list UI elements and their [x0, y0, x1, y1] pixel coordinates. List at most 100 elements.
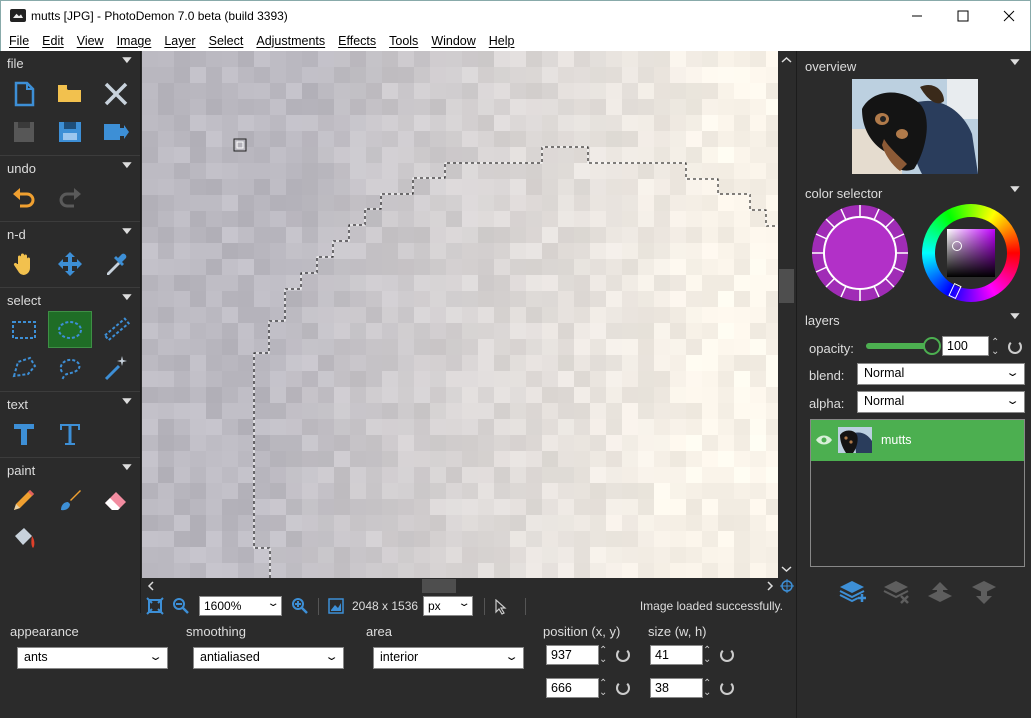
line-select-button[interactable] [94, 311, 138, 348]
reset-height-icon[interactable] [720, 681, 734, 695]
menu-layer[interactable]: Layer [157, 34, 201, 48]
move-layer-down-icon[interactable] [970, 578, 998, 606]
advanced-text-button[interactable] [48, 415, 92, 452]
opacity-value: 100 [947, 339, 968, 353]
alpha-select[interactable]: Normal ⌄ [857, 391, 1025, 413]
opacity-slider-track[interactable] [866, 337, 941, 355]
saturation-value-square[interactable] [947, 229, 995, 277]
size-width-spinner-icon[interactable]: ⌃ ⌄ [703, 646, 711, 665]
close-window-button[interactable] [986, 1, 1031, 31]
eye-icon[interactable] [815, 434, 833, 446]
appearance-select[interactable]: ants ⌄ [17, 647, 168, 669]
undo-button[interactable] [2, 179, 46, 216]
redo-button[interactable] [48, 179, 92, 216]
color-picker-button[interactable] [94, 245, 138, 282]
opacity-spinner-icon[interactable]: ⌃ ⌄ [991, 338, 999, 357]
paint-section-header[interactable]: paint ▼ [0, 457, 140, 481]
new-image-button[interactable] [2, 75, 46, 112]
fit-to-window-icon[interactable] [146, 597, 164, 615]
scroll-down-icon [781, 566, 792, 573]
position-x-value: 937 [551, 648, 572, 662]
smoothing-select[interactable]: antialiased ⌄ [193, 647, 344, 669]
ellipse-select-button[interactable] [48, 311, 92, 348]
opacity-input[interactable]: 100 [942, 336, 989, 356]
maximize-button[interactable] [940, 1, 986, 31]
menu-adjustments[interactable]: Adjustments [249, 34, 331, 48]
layer-list[interactable]: mutts [810, 419, 1025, 567]
reset-position-y-icon[interactable] [616, 681, 630, 695]
chevron-down-icon: ▼ [119, 396, 135, 407]
center-view-icon[interactable] [779, 578, 795, 594]
divider [525, 598, 526, 615]
layer-row-mutts[interactable]: mutts [811, 420, 1024, 461]
hand-tool-button[interactable] [2, 245, 46, 282]
delete-layer-icon[interactable] [882, 578, 910, 606]
move-tool-button[interactable] [48, 245, 92, 282]
horizontal-scrollbar[interactable] [142, 578, 778, 594]
menu-image[interactable]: Image [110, 34, 158, 48]
recent-colors-wheel[interactable] [810, 203, 910, 303]
brush-button[interactable] [48, 481, 92, 518]
horizontal-scroll-thumb[interactable] [422, 579, 456, 593]
menu-edit[interactable]: Edit [35, 34, 70, 48]
export-button[interactable] [94, 113, 138, 150]
zoom-in-icon[interactable] [291, 597, 309, 615]
reset-width-icon[interactable] [720, 648, 734, 662]
vertical-scrollbar[interactable] [778, 51, 795, 578]
position-y-input[interactable]: 666 [546, 678, 599, 698]
overview-thumbnail[interactable] [852, 79, 978, 174]
zoom-select[interactable]: 1600% ⌄ [199, 596, 282, 616]
select-section-header[interactable]: select ▼ [0, 287, 140, 311]
save-as-button[interactable] [48, 113, 92, 150]
size-width-input[interactable]: 41 [650, 645, 703, 665]
polygon-select-button[interactable] [2, 349, 46, 386]
add-layer-icon[interactable] [838, 578, 866, 606]
undo-section-header[interactable]: undo ▼ [0, 155, 140, 179]
vertical-scroll-thumb[interactable] [779, 269, 794, 303]
divider [318, 598, 319, 615]
size-height-spinner-icon[interactable]: ⌃ ⌄ [703, 679, 711, 698]
blend-label: blend: [809, 368, 845, 383]
unit-select[interactable]: px ⌄ [423, 596, 473, 616]
rectangle-select-icon [12, 320, 36, 339]
reset-position-x-icon[interactable] [616, 648, 630, 662]
blend-select[interactable]: Normal ⌄ [857, 363, 1025, 385]
lasso-select-button[interactable] [48, 349, 92, 386]
close-image-button[interactable] [94, 75, 138, 112]
menu-help[interactable]: Help [482, 34, 521, 48]
minimize-button[interactable] [894, 1, 940, 31]
overview-header[interactable]: overview ▼ [797, 53, 1031, 77]
menu-tools[interactable]: Tools [382, 34, 424, 48]
basic-text-button[interactable] [2, 415, 46, 452]
file-section-header[interactable]: file ▼ [0, 51, 140, 75]
color-selector-header[interactable]: color selector ▼ [797, 180, 1031, 204]
fill-button[interactable] [2, 519, 46, 556]
position-y-spinner-icon[interactable]: ⌃ ⌄ [599, 679, 607, 698]
eraser-button[interactable] [94, 481, 138, 518]
size-width-value: 41 [655, 648, 669, 662]
move-layer-up-icon[interactable] [926, 578, 954, 606]
nd-section-header[interactable]: n-d ▼ [0, 221, 140, 245]
rectangle-select-button[interactable] [2, 311, 46, 348]
magic-wand-button[interactable] [94, 349, 138, 386]
image-size-icon[interactable] [328, 598, 344, 614]
menu-effects[interactable]: Effects [331, 34, 382, 48]
pencil-button[interactable] [2, 481, 46, 518]
zoom-out-icon[interactable] [172, 597, 190, 615]
save-button[interactable] [2, 113, 46, 150]
open-image-button[interactable] [48, 75, 92, 112]
position-x-input[interactable]: 937 [546, 645, 599, 665]
layers-header[interactable]: layers ▼ [797, 307, 1031, 331]
size-height-input[interactable]: 38 [650, 678, 703, 698]
menu-view[interactable]: View [70, 34, 110, 48]
unit-value: px [428, 599, 441, 613]
text-section-header[interactable]: text ▼ [0, 391, 140, 415]
menu-file[interactable]: File [2, 34, 35, 48]
opacity-slider-knob[interactable] [923, 337, 941, 355]
menu-window[interactable]: Window [424, 34, 481, 48]
image-canvas[interactable] [142, 51, 778, 578]
reset-opacity-icon[interactable] [1008, 340, 1022, 354]
position-x-spinner-icon[interactable]: ⌃ ⌄ [599, 646, 607, 665]
area-select[interactable]: interior ⌄ [373, 647, 524, 669]
menu-select[interactable]: Select [202, 34, 250, 48]
